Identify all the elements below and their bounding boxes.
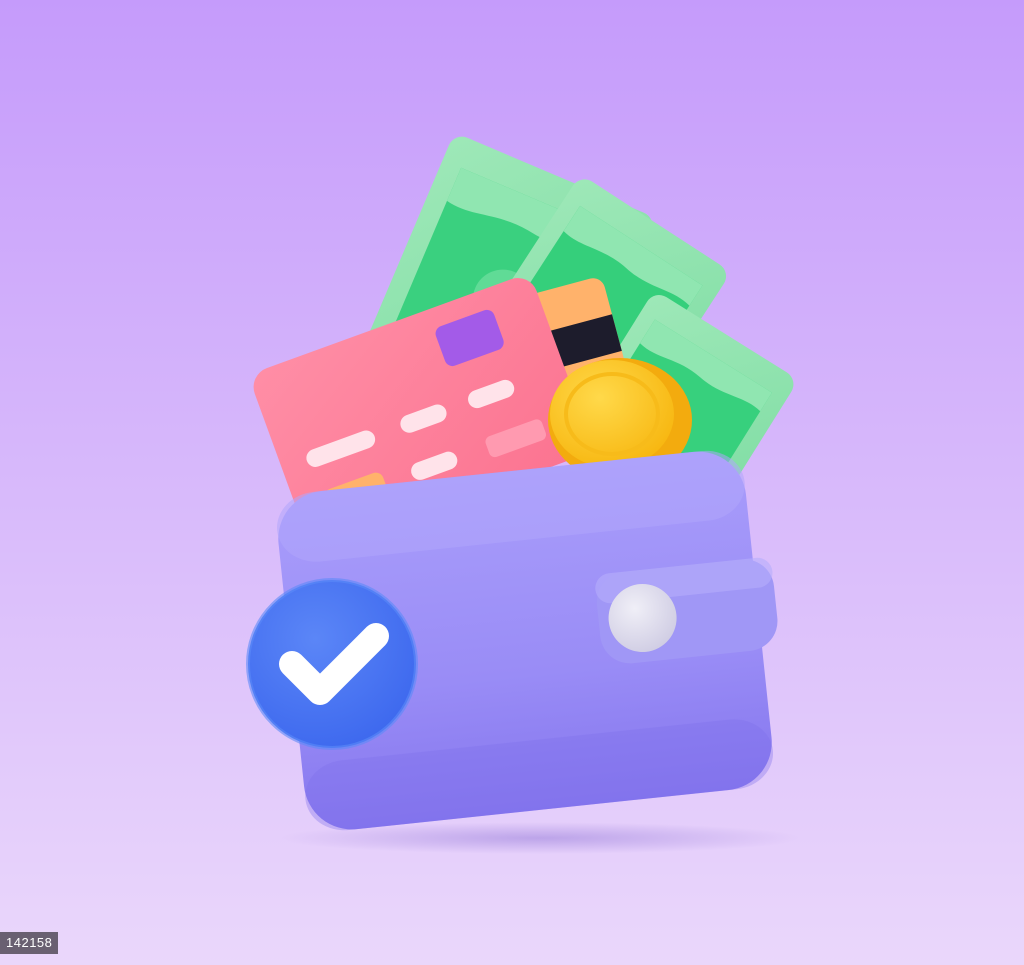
watermark-id: 142158 bbox=[0, 932, 59, 954]
checkmark-badge bbox=[246, 578, 418, 750]
scene-illustration bbox=[0, 0, 1024, 965]
clasp-icon bbox=[595, 557, 778, 664]
